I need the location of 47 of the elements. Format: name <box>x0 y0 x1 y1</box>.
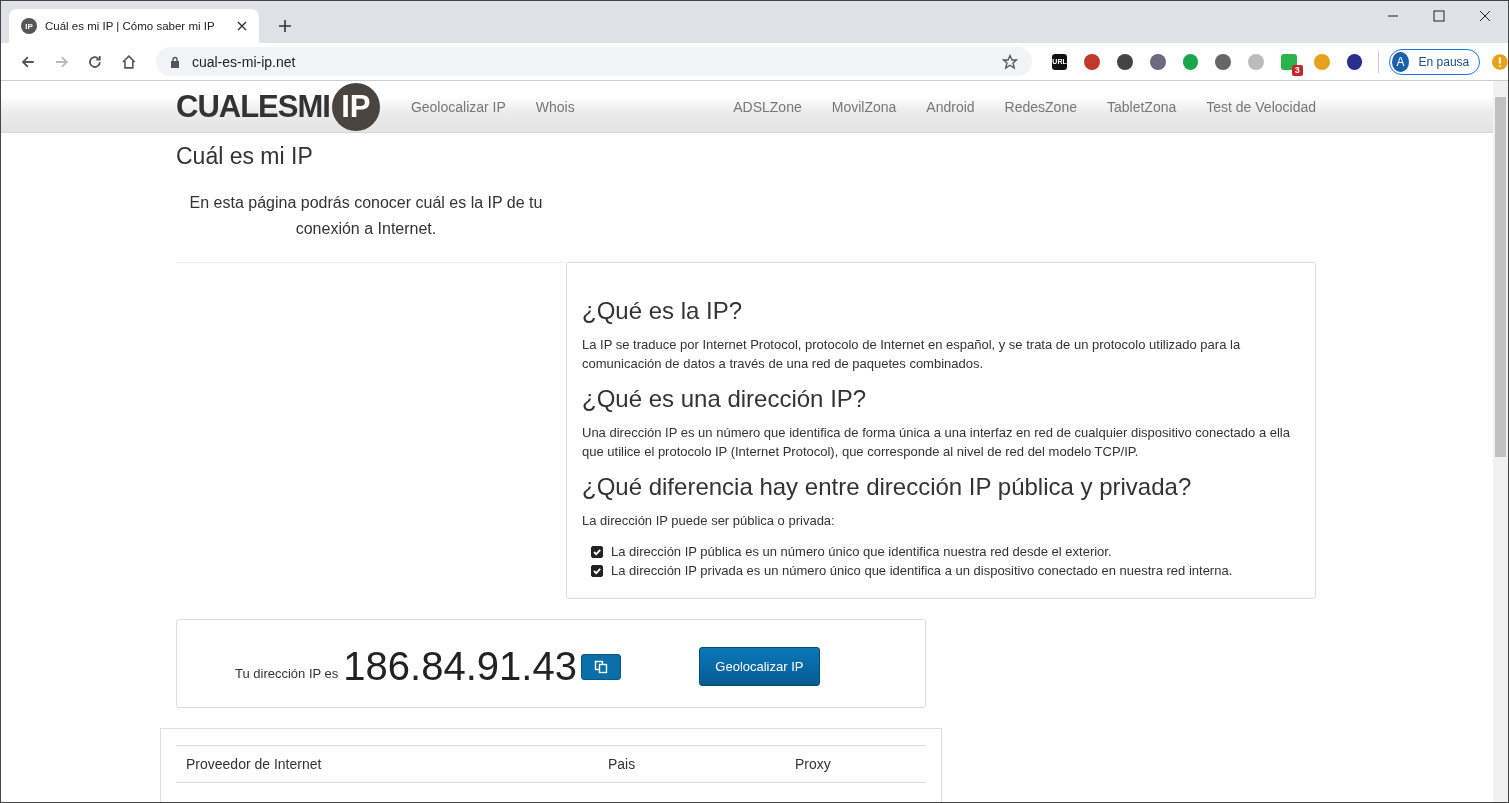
lock-icon <box>169 55 180 68</box>
section-text: La dirección IP puede ser pública o privada: <box>582 512 836 530</box>
page-title: Cuál es mi IP <box>176 143 314 170</box>
close-icon[interactable] <box>237 21 247 31</box>
browser-tab[interactable]: IP Cuál es mi IP | Cómo saber mi IP <box>9 9 259 43</box>
nav-link[interactable]: TabletZona <box>1106 98 1177 115</box>
tab-title: Cuál es mi IP | Cómo saber mi IP <box>45 20 216 32</box>
checklist-text: La dirección IP privada es un número único que identifica a un dispositivo conectado en nuestra red interna. <box>611 563 1233 578</box>
extension-icon[interactable] <box>1215 53 1232 70</box>
count-badge: 3 <box>1291 64 1303 76</box>
nav-link[interactable]: Android <box>926 98 975 115</box>
new-tab-icon[interactable] <box>279 20 291 32</box>
extension-icon[interactable] <box>1149 53 1166 70</box>
home-icon[interactable] <box>120 53 138 70</box>
star-icon[interactable] <box>1001 53 1018 70</box>
column-header: Pais <box>608 756 637 772</box>
section-text: La IP se traduce por Internet Protocol, protocolo de Internet en español, y se trata de un protocolo utilizado para la comunicación de datos a través de una red de paquetes combinados. <box>582 336 1242 373</box>
column-header: Proveedor de Internet <box>186 756 323 772</box>
checkbox[interactable] <box>591 564 603 577</box>
checklist-text: La dirección IP pública es un número único que identifica nuestra red desde el exterior. <box>611 544 1112 559</box>
nav-link[interactable]: Whois <box>535 98 575 115</box>
url-text: cual-es-mi-ip.net <box>191 53 296 70</box>
section-heading: ¿Qué diferencia hay entre dirección IP pública y privada? <box>582 473 1193 501</box>
intro-text: En esta página podrás conocer cuál es la IP de tu conexión a Internet. <box>188 193 544 239</box>
nav-link[interactable]: ADSLZone <box>733 98 802 115</box>
copy-button[interactable] <box>580 653 621 680</box>
nav-link[interactable]: RedesZone <box>1004 98 1077 115</box>
extension-icon[interactable] <box>1117 53 1133 70</box>
checkbox[interactable] <box>591 545 603 558</box>
ip-label: Tu dirección IP es <box>235 666 339 681</box>
address-bar[interactable]: cual-es-mi-ip.net <box>155 47 1032 76</box>
section-heading: ¿Qué es la IP? <box>582 297 744 325</box>
site-logo[interactable]: CUALESMI IP <box>176 82 380 131</box>
extension-icon[interactable] <box>1084 53 1101 70</box>
section-text: Una dirección IP es un número que identifica de forma única a una interfaz en red de cualquier dispositivo conectado a ella que utilice el protocolo IP (Internet Protocol), que corresponde al nivel de red del modelo TCP/IP. <box>582 424 1291 461</box>
column-header: Proxy <box>795 756 831 772</box>
site-favicon: IP <box>21 18 37 34</box>
copy-icon <box>593 659 608 674</box>
ip-address: 186.84.91.43 <box>343 644 577 689</box>
avatar-circle: A <box>1392 51 1409 72</box>
nav-link[interactable]: Test de Velocidad <box>1206 98 1316 115</box>
section-heading: ¿Qué es una dirección IP? <box>582 385 868 413</box>
scrollbar-thumb[interactable] <box>1495 97 1506 457</box>
nav-link[interactable]: Geolocalizar IP <box>410 98 506 115</box>
extension-icon[interactable] <box>1346 53 1363 70</box>
nav-link[interactable]: MovilZona <box>831 98 897 115</box>
geolocate-button[interactable]: Geolocalizar IP <box>698 647 820 686</box>
